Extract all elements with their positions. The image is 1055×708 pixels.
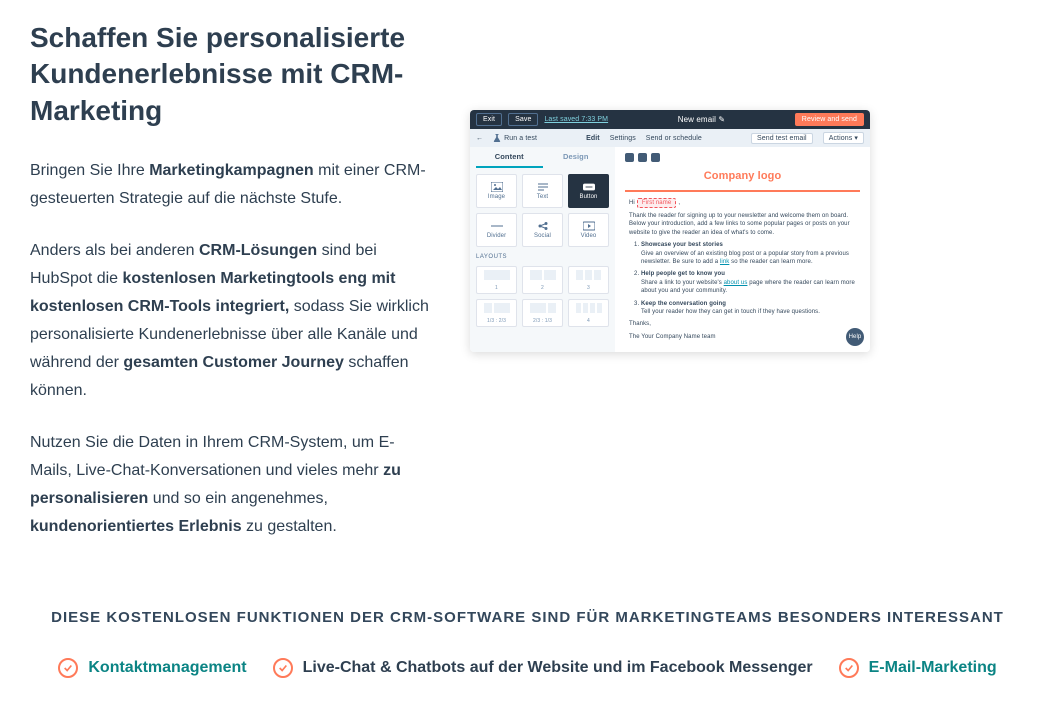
exit-button: Exit: [476, 113, 502, 126]
paragraph-2: Anders als bei anderen CRM-Lösungen sind…: [30, 237, 430, 405]
signoff: Thanks,: [629, 320, 856, 328]
block-video: Video: [568, 213, 609, 247]
link-placeholder: about us: [724, 280, 748, 286]
block-divider: Divider: [476, 213, 517, 247]
link-placeholder: link: [720, 259, 729, 265]
check-icon: [58, 658, 78, 678]
section-heading: Schaffen Sie personalisierte Kundenerleb…: [30, 20, 430, 129]
feature-chips: Kontaktmanagement Live-Chat & Chatbots a…: [30, 658, 1025, 678]
layout-1-2: 1/3 : 2/3: [476, 299, 517, 327]
email-body: Hi First name , Thank the reader for sig…: [625, 190, 860, 341]
tab-settings: Settings: [610, 135, 636, 142]
list-item: Showcase your best storiesGive an overvi…: [641, 241, 856, 266]
last-saved-link: Last saved 7:33 PM: [544, 116, 608, 123]
check-icon: [273, 658, 293, 678]
text-column: Schaffen Sie personalisierte Kundenerleb…: [30, 20, 430, 565]
feature-kontaktmanagement[interactable]: Kontaktmanagement: [58, 658, 246, 678]
signoff-name: The Your Company Name team: [629, 333, 856, 341]
layout-4: 4: [568, 299, 609, 327]
email-editor-screenshot: Exit Save Last saved 7:33 PM New email ✎…: [470, 110, 870, 352]
company-logo-placeholder: Company logo: [625, 166, 860, 190]
list-item: Keep the conversation goingTell your rea…: [641, 300, 856, 317]
divider-icon: [491, 221, 503, 231]
block-social: Social: [522, 213, 563, 247]
tab-edit: Edit: [586, 135, 600, 142]
feature-email-marketing[interactable]: E-Mail-Marketing: [839, 658, 997, 678]
flask-icon: [493, 134, 501, 142]
personalization-token: First name: [637, 198, 676, 208]
send-test-button: Send test email: [751, 133, 813, 144]
run-test-link: Run a test: [493, 134, 537, 142]
back-icon: ←: [476, 135, 483, 142]
pencil-icon: ✎: [718, 115, 725, 124]
help-bubble: Help: [846, 328, 864, 346]
paragraph-3: Nutzen Sie die Daten in Ihrem CRM-System…: [30, 429, 430, 541]
intro-paragraph: Thank the reader for signing up to your …: [629, 212, 856, 237]
check-icon: [839, 658, 859, 678]
paragraph-1: Bringen Sie Ihre Marketingkampagnen mit …: [30, 157, 430, 213]
layout-2-1: 2/3 : 1/3: [522, 299, 563, 327]
editor-topbar: Exit Save Last saved 7:33 PM New email ✎…: [470, 110, 870, 129]
email-canvas: Company logo Hi First name , Thank the r…: [615, 147, 870, 352]
canvas-handles: [625, 153, 860, 162]
feature-live-chat: Live-Chat & Chatbots auf der Website und…: [273, 658, 813, 678]
save-button: Save: [508, 113, 538, 126]
layouts-label: LAYOUTS: [476, 254, 609, 260]
button-icon: [583, 182, 595, 192]
actions-dropdown: Actions ▾: [823, 132, 864, 144]
social-icon: [537, 221, 549, 231]
features-subheading: DIESE KOSTENLOSEN FUNKTIONEN DER CRM-SOF…: [30, 609, 1025, 626]
editor-title: New email ✎: [614, 115, 789, 124]
layout-2: 2: [522, 266, 563, 294]
image-icon: [491, 182, 503, 192]
block-text: Text: [522, 174, 563, 208]
list-item: Help people get to know youShare a link …: [641, 270, 856, 295]
block-button: Button: [568, 174, 609, 208]
side-tab-design: Design: [543, 147, 610, 168]
illustration-column: Exit Save Last saved 7:33 PM New email ✎…: [470, 20, 1025, 352]
review-send-button: Review and send: [795, 113, 864, 126]
layout-1: 1: [476, 266, 517, 294]
tab-send: Send or schedule: [646, 135, 702, 142]
video-icon: [583, 221, 595, 231]
layout-3: 3: [568, 266, 609, 294]
block-image: Image: [476, 174, 517, 208]
text-icon: [537, 182, 549, 192]
editor-toolbar: ← Run a test Edit Settings Send or sched…: [470, 129, 870, 147]
editor-sidebar: Content Design Image Text Button Divider…: [470, 147, 615, 352]
side-tab-content: Content: [476, 147, 543, 168]
